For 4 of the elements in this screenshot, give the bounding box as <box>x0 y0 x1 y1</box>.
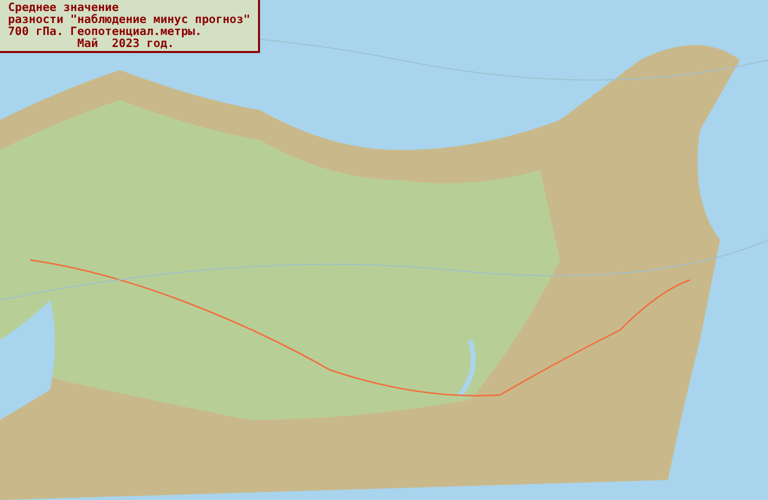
legend-text: 700 гПа. Геопотенциал.метры. <box>8 25 202 37</box>
legend-text: разности "наблюдение минус прогноз" <box>8 13 250 25</box>
legend-text: Май 2023 год. <box>77 37 174 49</box>
legend-text: Среднее значение <box>8 1 120 13</box>
